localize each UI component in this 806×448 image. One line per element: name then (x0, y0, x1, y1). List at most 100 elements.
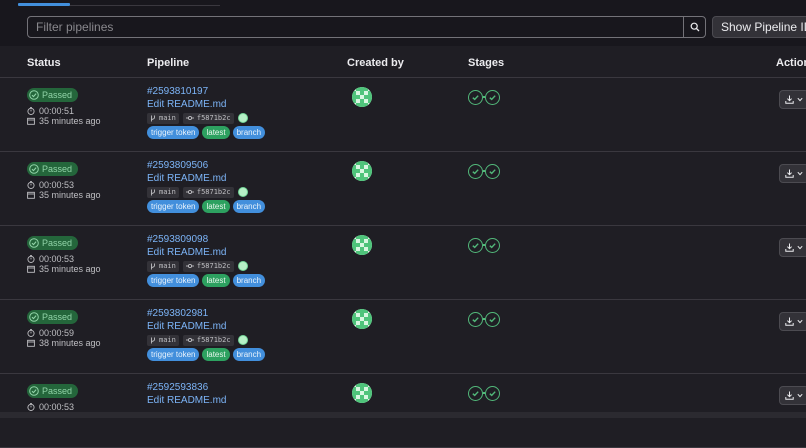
commit-sha-ref[interactable]: f5871b2c (182, 186, 234, 198)
duration: 00:00:53 (27, 180, 74, 190)
pipeline-id-link[interactable]: #2592593836 (147, 382, 208, 393)
stage-success-icon[interactable] (468, 89, 483, 105)
pipeline-refs: main f5871b2c (147, 334, 248, 346)
chevron-down-icon (797, 393, 803, 398)
finished-value: 38 minutes ago (39, 338, 101, 348)
pipeline-badge: branch (232, 126, 266, 139)
stage-success-icon[interactable] (468, 163, 483, 179)
commit-title-link[interactable]: Edit README.md (147, 99, 226, 110)
commit-icon (185, 263, 194, 269)
pipeline-stages (468, 237, 500, 253)
search-button[interactable] (683, 17, 705, 37)
branch-name: main (159, 262, 176, 270)
stage-success-icon[interactable] (485, 385, 500, 401)
pipeline-id-link[interactable]: #2593802981 (147, 308, 208, 319)
check-circle-icon (29, 238, 39, 248)
duration-value: 00:00:53 (39, 254, 75, 264)
download-artifacts-button[interactable] (779, 238, 806, 257)
commit-title-link[interactable]: Edit README.md (147, 173, 226, 184)
pipeline-badge: trigger token (147, 126, 200, 139)
pipeline-stages (468, 385, 500, 401)
download-artifacts-button[interactable] (779, 90, 806, 109)
timer-icon (27, 107, 35, 115)
finished-value: 35 minutes ago (39, 190, 101, 200)
download-icon (785, 95, 794, 104)
stage-success-icon[interactable] (468, 237, 483, 253)
commit-sha: f5871b2c (196, 262, 231, 270)
status-label: Passed (42, 238, 73, 248)
branch-icon (151, 337, 155, 343)
pipeline-stages (468, 163, 500, 179)
stage-success-icon[interactable] (468, 385, 483, 401)
status-label: Passed (42, 312, 73, 322)
pipeline-stages (468, 89, 500, 105)
pipeline-badge: branch (232, 200, 266, 213)
commit-sha-ref[interactable]: f5871b2c (182, 112, 234, 124)
branch-name: main (159, 336, 176, 344)
pipeline-id-link[interactable]: #2593809506 (147, 160, 208, 171)
download-artifacts-button[interactable] (779, 312, 806, 331)
creator-avatar[interactable] (352, 235, 372, 255)
duration-value: 00:00:53 (39, 402, 75, 412)
pipeline-refs: main f5871b2c (147, 186, 248, 198)
commit-sha: f5871b2c (196, 188, 231, 196)
show-pipeline-id-dropdown[interactable]: Show Pipeline ID (712, 16, 806, 38)
creator-avatar[interactable] (352, 383, 372, 403)
pipeline-badge: latest (202, 274, 230, 287)
finished-value: 35 minutes ago (39, 116, 101, 126)
creator-avatar[interactable] (352, 309, 372, 329)
status-badge-passed[interactable]: Passed (27, 310, 79, 324)
filter-pipelines-input[interactable] (28, 17, 684, 37)
commit-sha: f5871b2c (196, 114, 231, 122)
status-badge-passed[interactable]: Passed (27, 384, 79, 398)
pipeline-stages (468, 311, 500, 327)
stage-success-icon[interactable] (485, 163, 500, 179)
stage-success-icon[interactable] (485, 89, 500, 105)
pipeline-toolbar: Show Pipeline ID (0, 6, 806, 46)
chevron-down-icon (797, 319, 803, 324)
search-icon (690, 22, 699, 32)
commit-author-avatar[interactable] (237, 335, 248, 345)
creator-avatar[interactable] (352, 161, 372, 181)
branch-ref[interactable]: main (147, 334, 179, 346)
download-artifacts-button[interactable] (779, 386, 806, 405)
status-label: Passed (42, 90, 73, 100)
status-badge-passed[interactable]: Passed (27, 162, 79, 176)
pipeline-badge: branch (232, 348, 266, 361)
finished-value: 35 minutes ago (39, 264, 101, 274)
finished-at: 35 minutes ago (27, 190, 101, 200)
commit-sha-ref[interactable]: f5871b2c (182, 260, 234, 272)
commit-sha: f5871b2c (196, 336, 231, 344)
commit-author-avatar[interactable] (237, 113, 248, 123)
commit-author-avatar[interactable] (237, 261, 248, 271)
show-pipeline-id-label: Show Pipeline ID (721, 20, 806, 34)
download-icon (785, 243, 794, 252)
download-artifacts-button[interactable] (779, 164, 806, 183)
pipeline-id-link[interactable]: #2593810197 (147, 86, 208, 97)
download-icon (785, 391, 794, 400)
stage-success-icon[interactable] (485, 311, 500, 327)
pipeline-badge: latest (202, 126, 230, 139)
branch-ref[interactable]: main (147, 260, 179, 272)
status-badge-passed[interactable]: Passed (27, 236, 79, 250)
commit-icon (185, 337, 194, 343)
branch-ref[interactable]: main (147, 186, 179, 198)
commit-title-link[interactable]: Edit README.md (147, 247, 226, 258)
check-circle-icon (29, 312, 39, 322)
status-badge-passed[interactable]: Passed (27, 88, 79, 102)
branch-icon (151, 115, 155, 121)
commit-title-link[interactable]: Edit README.md (147, 395, 226, 406)
filter-pipelines-search (27, 16, 706, 38)
commit-author-avatar[interactable] (237, 187, 248, 197)
pipeline-refs: main f5871b2c (147, 112, 248, 124)
commit-sha-ref[interactable]: f5871b2c (182, 334, 234, 346)
commit-title-link[interactable]: Edit README.md (147, 321, 226, 332)
pipeline-id-link[interactable]: #2593809098 (147, 234, 208, 245)
stage-success-icon[interactable] (468, 311, 483, 327)
pipeline-badges: trigger token latest branch (147, 126, 266, 139)
creator-avatar[interactable] (352, 87, 372, 107)
branch-ref[interactable]: main (147, 112, 179, 124)
header-pipeline: Pipeline (147, 57, 190, 69)
stage-success-icon[interactable] (485, 237, 500, 253)
duration-value: 00:00:59 (39, 328, 75, 338)
